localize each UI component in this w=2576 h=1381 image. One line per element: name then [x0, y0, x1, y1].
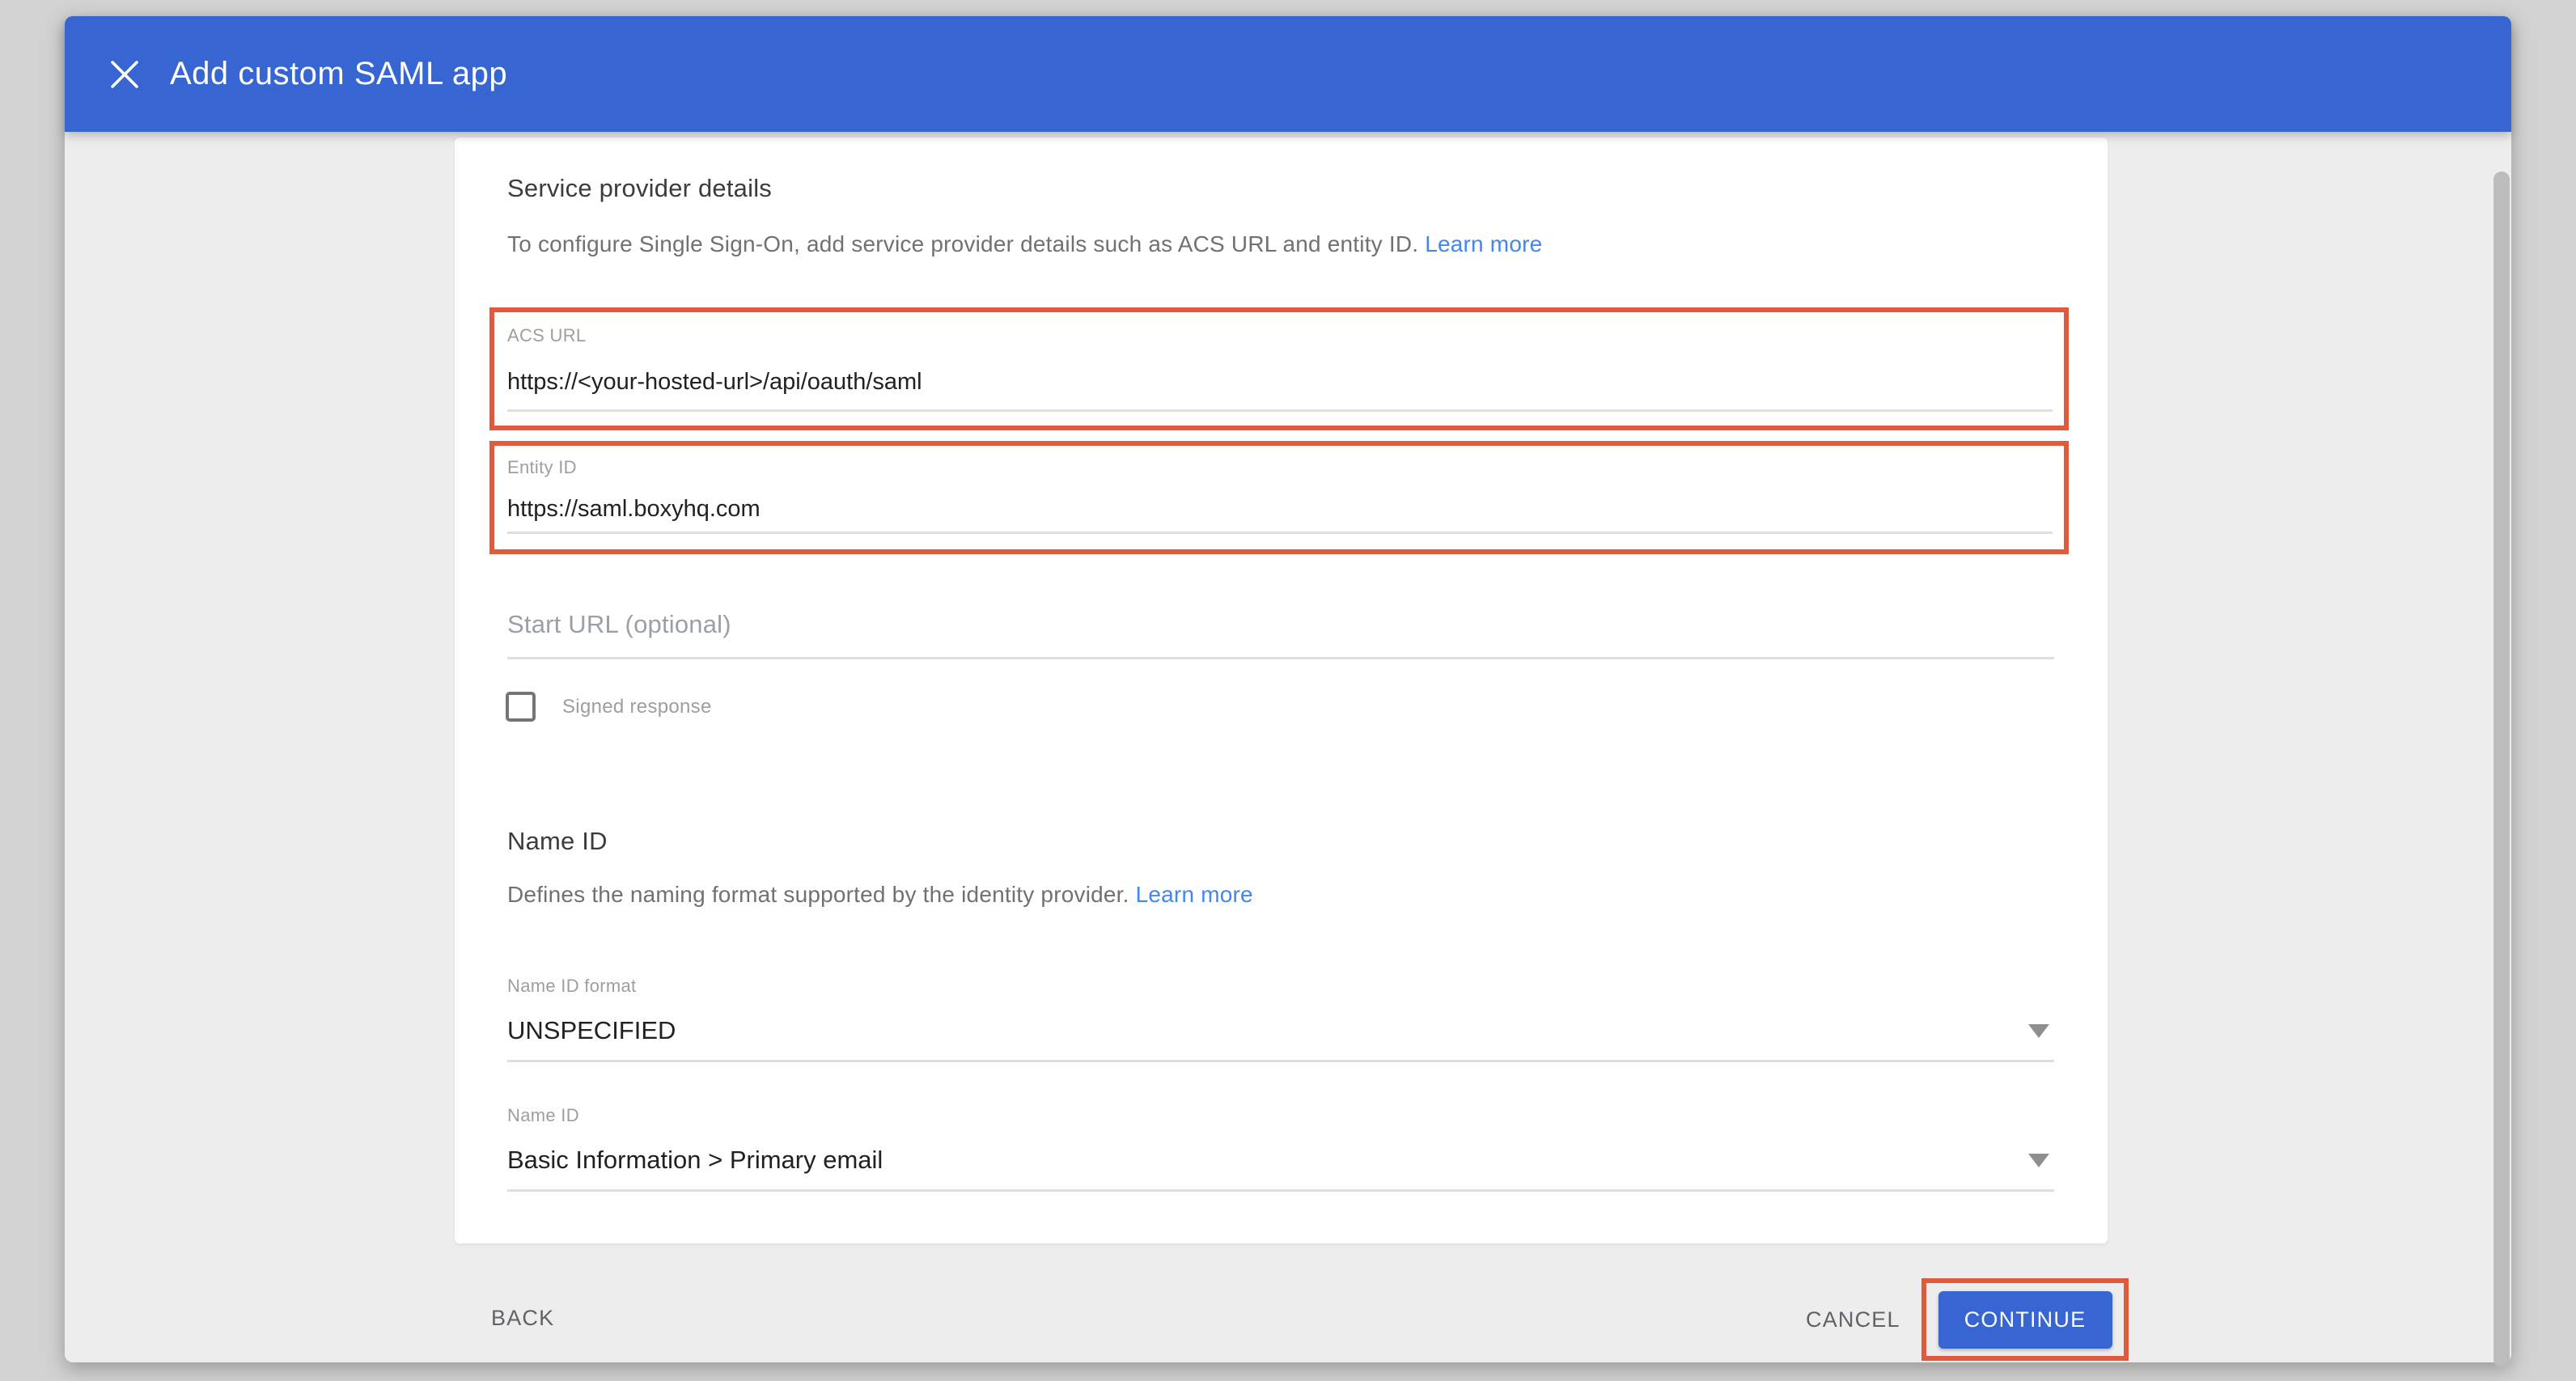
service-provider-card: Service provider details To configure Si…	[455, 138, 2108, 1243]
acs-url-highlight-box: ACS URL https://<your-hosted-url>/api/oa…	[489, 307, 2069, 430]
close-button[interactable]	[102, 52, 147, 97]
name-id-label: Name ID	[507, 1105, 2054, 1126]
section-heading-service-provider-details: Service provider details	[507, 174, 772, 203]
add-custom-saml-app-dialog: Add custom SAML app Service provider det…	[65, 16, 2511, 1362]
vertical-scrollbar-thumb[interactable]	[2493, 172, 2510, 1367]
learn-more-link[interactable]: Learn more	[1425, 231, 1542, 256]
start-url-placeholder: Start URL (optional)	[507, 610, 2054, 639]
name-id-format-label: Name ID format	[507, 976, 2054, 997]
back-button[interactable]: BACK	[491, 1306, 554, 1331]
signed-response-row: Signed response	[506, 692, 712, 722]
close-icon	[109, 59, 140, 90]
continue-highlight-box: CONTINUE	[1921, 1278, 2129, 1361]
section-heading-name-id: Name ID	[507, 827, 608, 856]
acs-url-field[interactable]: ACS URL https://<your-hosted-url>/api/oa…	[507, 312, 2053, 412]
dialog-header: Add custom SAML app	[65, 16, 2511, 132]
name-id-description-text: Defines the naming format supported by t…	[507, 882, 1136, 907]
name-id-format-value: UNSPECIFIED	[507, 1016, 676, 1045]
signed-response-checkbox[interactable]	[506, 692, 536, 722]
entity-id-highlight-box: Entity ID https://saml.boxyhq.com	[489, 441, 2069, 554]
name-id-select[interactable]: Name ID Basic Information > Primary emai…	[507, 1105, 2054, 1192]
section-description-text: To configure Single Sign-On, add service…	[507, 231, 1425, 256]
acs-url-value[interactable]: https://<your-hosted-url>/api/oauth/saml	[507, 367, 2053, 412]
name-id-learn-more-link[interactable]: Learn more	[1136, 882, 1253, 907]
section-description: To configure Single Sign-On, add service…	[507, 231, 1542, 257]
continue-button[interactable]: CONTINUE	[1938, 1291, 2112, 1349]
signed-response-label: Signed response	[562, 696, 712, 718]
chevron-down-icon[interactable]	[2028, 1024, 2049, 1038]
acs-url-label: ACS URL	[507, 325, 2053, 346]
dialog-title: Add custom SAML app	[170, 56, 507, 92]
name-id-value: Basic Information > Primary email	[507, 1146, 883, 1175]
name-id-description: Defines the naming format supported by t…	[507, 882, 1253, 908]
entity-id-value[interactable]: https://saml.boxyhq.com	[507, 494, 2053, 534]
entity-id-field[interactable]: Entity ID https://saml.boxyhq.com	[507, 446, 2053, 534]
start-url-field[interactable]: Start URL (optional)	[507, 610, 2054, 659]
name-id-format-select[interactable]: Name ID format UNSPECIFIED	[507, 976, 2054, 1062]
cancel-button[interactable]: CANCEL	[1806, 1307, 1900, 1332]
chevron-down-icon[interactable]	[2028, 1154, 2049, 1167]
entity-id-label: Entity ID	[507, 457, 2053, 478]
